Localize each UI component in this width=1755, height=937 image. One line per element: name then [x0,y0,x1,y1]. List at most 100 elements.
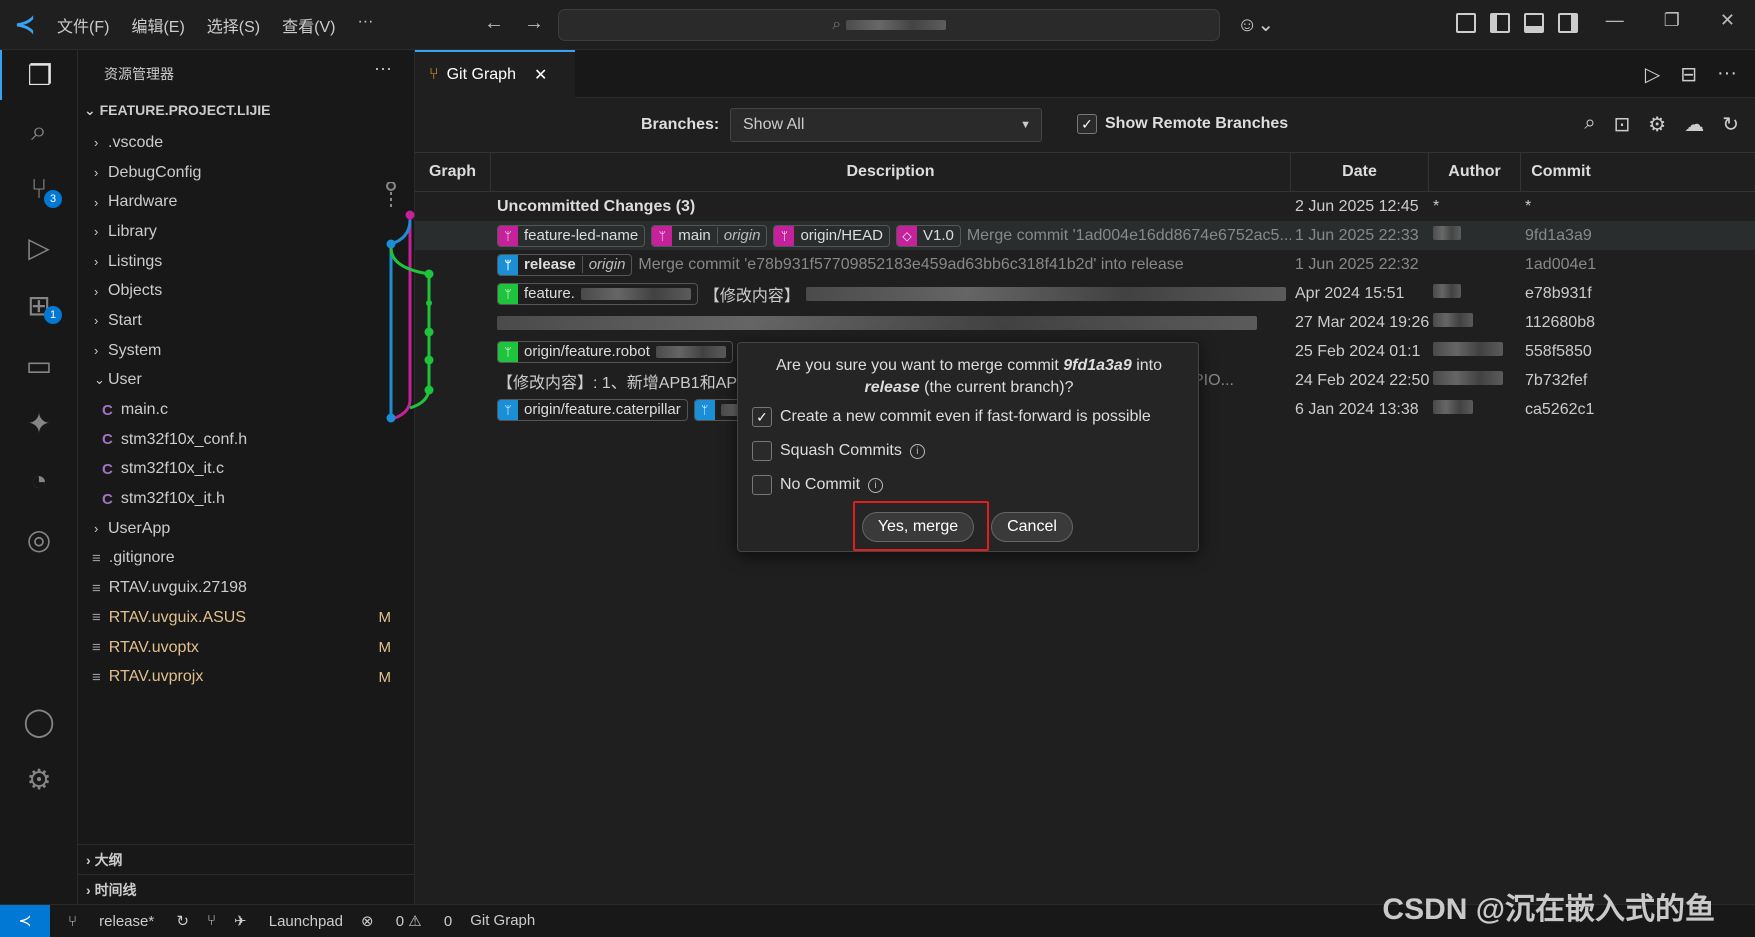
toggle-panel-icon[interactable] [1524,13,1544,33]
table-row[interactable]: ᛘ release origin Merge commit 'e78b931f577… [415,250,1755,279]
chip-extension-icon[interactable]: ✦ [0,398,78,448]
git-graph-activity-icon[interactable]: ◔ [0,456,78,506]
tree-item[interactable]: Cstm32f10x_it.c [78,455,415,485]
forward-arrow-icon[interactable]: → [524,12,544,35]
close-window-icon[interactable]: ✕ [1720,10,1735,31]
tree-item[interactable]: ≡ RTAV.uvguix.27198 [78,573,415,603]
tree-item[interactable]: › .vscode [78,128,415,158]
show-remote-branches[interactable]: ✓ Show Remote Branches [1077,114,1288,134]
more-actions-icon[interactable]: ··· [374,58,392,79]
info-icon[interactable]: i [909,443,925,459]
minimize-icon[interactable]: — [1606,10,1624,31]
tree-item[interactable]: › DebugConfig [78,158,415,188]
tree-item[interactable]: › System [78,336,415,366]
tree-item[interactable]: › UserApp [78,514,415,544]
col-description: Description [491,153,1291,191]
settings-gear-icon[interactable]: ⚙ [0,754,78,804]
option-squash[interactable]: Squash Commits i [752,441,925,461]
tree-item[interactable]: › Library [78,217,415,247]
tree-item[interactable]: Cstm32f10x_conf.h [78,425,415,455]
explorer-icon[interactable]: ❐ [0,50,78,100]
launchpad-status[interactable]: ✈ Launchpad [234,912,343,930]
scm-badge: 3 [44,190,62,208]
extensions-icon[interactable]: ⊞ 1 [0,280,78,330]
option-no-commit[interactable]: No Commit i [752,475,884,495]
checkbox-unchecked-icon[interactable] [752,475,772,495]
tree-item[interactable]: ≡ RTAV.uvguix.ASUS M [78,603,415,633]
menu-view[interactable]: 查看(V) [275,9,342,41]
tab-git-graph[interactable]: ⑂ Git Graph ✕ [415,50,575,98]
git-graph-status-icon[interactable]: ⑂ [207,912,216,929]
timeline-section[interactable]: › 时间线 [78,874,415,904]
cancel-button[interactable]: Cancel [991,512,1073,542]
tree-item[interactable]: › Start [78,306,415,336]
tag-ref[interactable]: ◇ V1.0 [895,224,961,247]
run-icon[interactable]: ▷ [1645,62,1660,87]
branch-status[interactable]: ⑂ release* ↻ [68,912,189,930]
git-graph-status[interactable]: Git Graph [470,912,535,929]
search-activity-icon[interactable]: ⌕ [0,106,78,156]
menu-file[interactable]: 文件(F) [50,9,116,41]
branch-ref[interactable]: ᛘ release origin [497,253,633,276]
settings-icon[interactable]: ⚙ [1648,112,1666,137]
branch-ref[interactable]: ᛘ feature. [497,282,698,305]
branch-ref[interactable]: ᛘ origin/feature.caterpillar [497,398,688,421]
table-row[interactable]: Uncommitted Changes (3) 2 Jun 2025 12:45… [415,192,1755,221]
refresh-icon[interactable]: ↻ [1722,112,1739,137]
author-cell: * [1433,197,1440,215]
menu-more[interactable]: ··· [350,9,380,41]
error-count: 0 [395,912,405,930]
branch-ref[interactable]: ᛘ origin/HEAD [773,224,890,247]
toggle-sidebar-icon[interactable] [1490,13,1510,33]
remote-explorer-icon[interactable]: ▭ [0,340,78,390]
fetch-icon[interactable]: ☁ [1684,112,1704,137]
tree-item[interactable]: Cmain.c [78,395,415,425]
tree-item[interactable]: Cstm32f10x_it.h [78,484,415,514]
tree-item[interactable]: ⌄ User [78,366,415,396]
option-no-ff[interactable]: ✓ Create a new commit even if fast-forwa… [752,407,1151,427]
outline-section[interactable]: › 大纲 [78,844,415,874]
source-control-icon[interactable]: ⑂ 3 [0,164,78,214]
split-editor-icon[interactable]: ⊟ [1680,62,1697,87]
branch-icon: ᛘ [498,341,518,362]
tree-item[interactable]: › Listings [78,247,415,277]
terminal-icon[interactable]: ⊡ [1614,112,1631,137]
menu-edit[interactable]: 编辑(E) [124,9,191,41]
info-icon[interactable]: i [868,477,884,493]
remote-indicator-icon[interactable]: ≺ [0,904,50,937]
back-arrow-icon[interactable]: ← [484,12,504,35]
option-label: Create a new commit even if fast-forward… [780,408,1151,425]
checkbox-checked-icon[interactable]: ✓ [1077,114,1097,134]
checkbox-unchecked-icon[interactable] [752,441,772,461]
tree-item[interactable]: ≡ RTAV.uvprojx M [78,662,415,692]
menu-selection[interactable]: 选择(S) [200,9,267,41]
command-center[interactable]: ⌕ [558,9,1220,41]
tree-item[interactable]: ≡ .gitignore [78,544,415,574]
chevron-down-icon: ⌄ [94,372,105,388]
ref-remote: origin [581,256,632,273]
chevron-right-icon: › [94,194,99,210]
checkbox-checked-icon[interactable]: ✓ [752,407,772,427]
run-debug-icon[interactable]: ▷ [0,222,78,272]
project-root[interactable]: ⌄ FEATURE.PROJECT.LIJIE [84,102,271,119]
timeline-activity-icon[interactable]: ◎ [0,514,78,564]
branch-ref[interactable]: ᛘ origin/feature.robot [497,340,733,363]
more-icon[interactable]: ··· [1717,62,1737,87]
tree-item[interactable]: › Hardware [78,187,415,217]
find-icon[interactable]: ⌕ [1584,112,1595,137]
table-row[interactable]: ᛘ feature. 【修改内容】 Apr 2024 15:51 e78b931f [415,279,1755,308]
branches-select[interactable]: Show All ▼ [730,108,1042,142]
close-tab-icon[interactable]: ✕ [534,65,547,85]
toggle-secondary-sidebar-icon[interactable] [1558,13,1578,33]
accounts-icon[interactable]: ◯ [0,696,78,746]
table-row[interactable]: ᛘ feature-led-name ᛘ main origin ᛘ origin/HE… [415,221,1755,250]
branch-ref[interactable]: ᛘ feature-led-name [497,224,646,247]
table-row[interactable]: 27 Mar 2024 19:26 112680b8 [415,308,1755,337]
restore-icon[interactable]: ❐ [1664,10,1680,31]
customize-layout-icon[interactable] [1456,13,1476,33]
tree-item[interactable]: ≡ RTAV.uvoptx M [78,633,415,663]
problems-status[interactable]: ⊗ 0 ⚠ 0 [361,912,452,930]
tree-item[interactable]: › Objects [78,276,415,306]
copilot-icon[interactable]: ☺⌄ [1237,12,1274,37]
branch-ref[interactable]: ᛘ main origin [651,224,768,247]
